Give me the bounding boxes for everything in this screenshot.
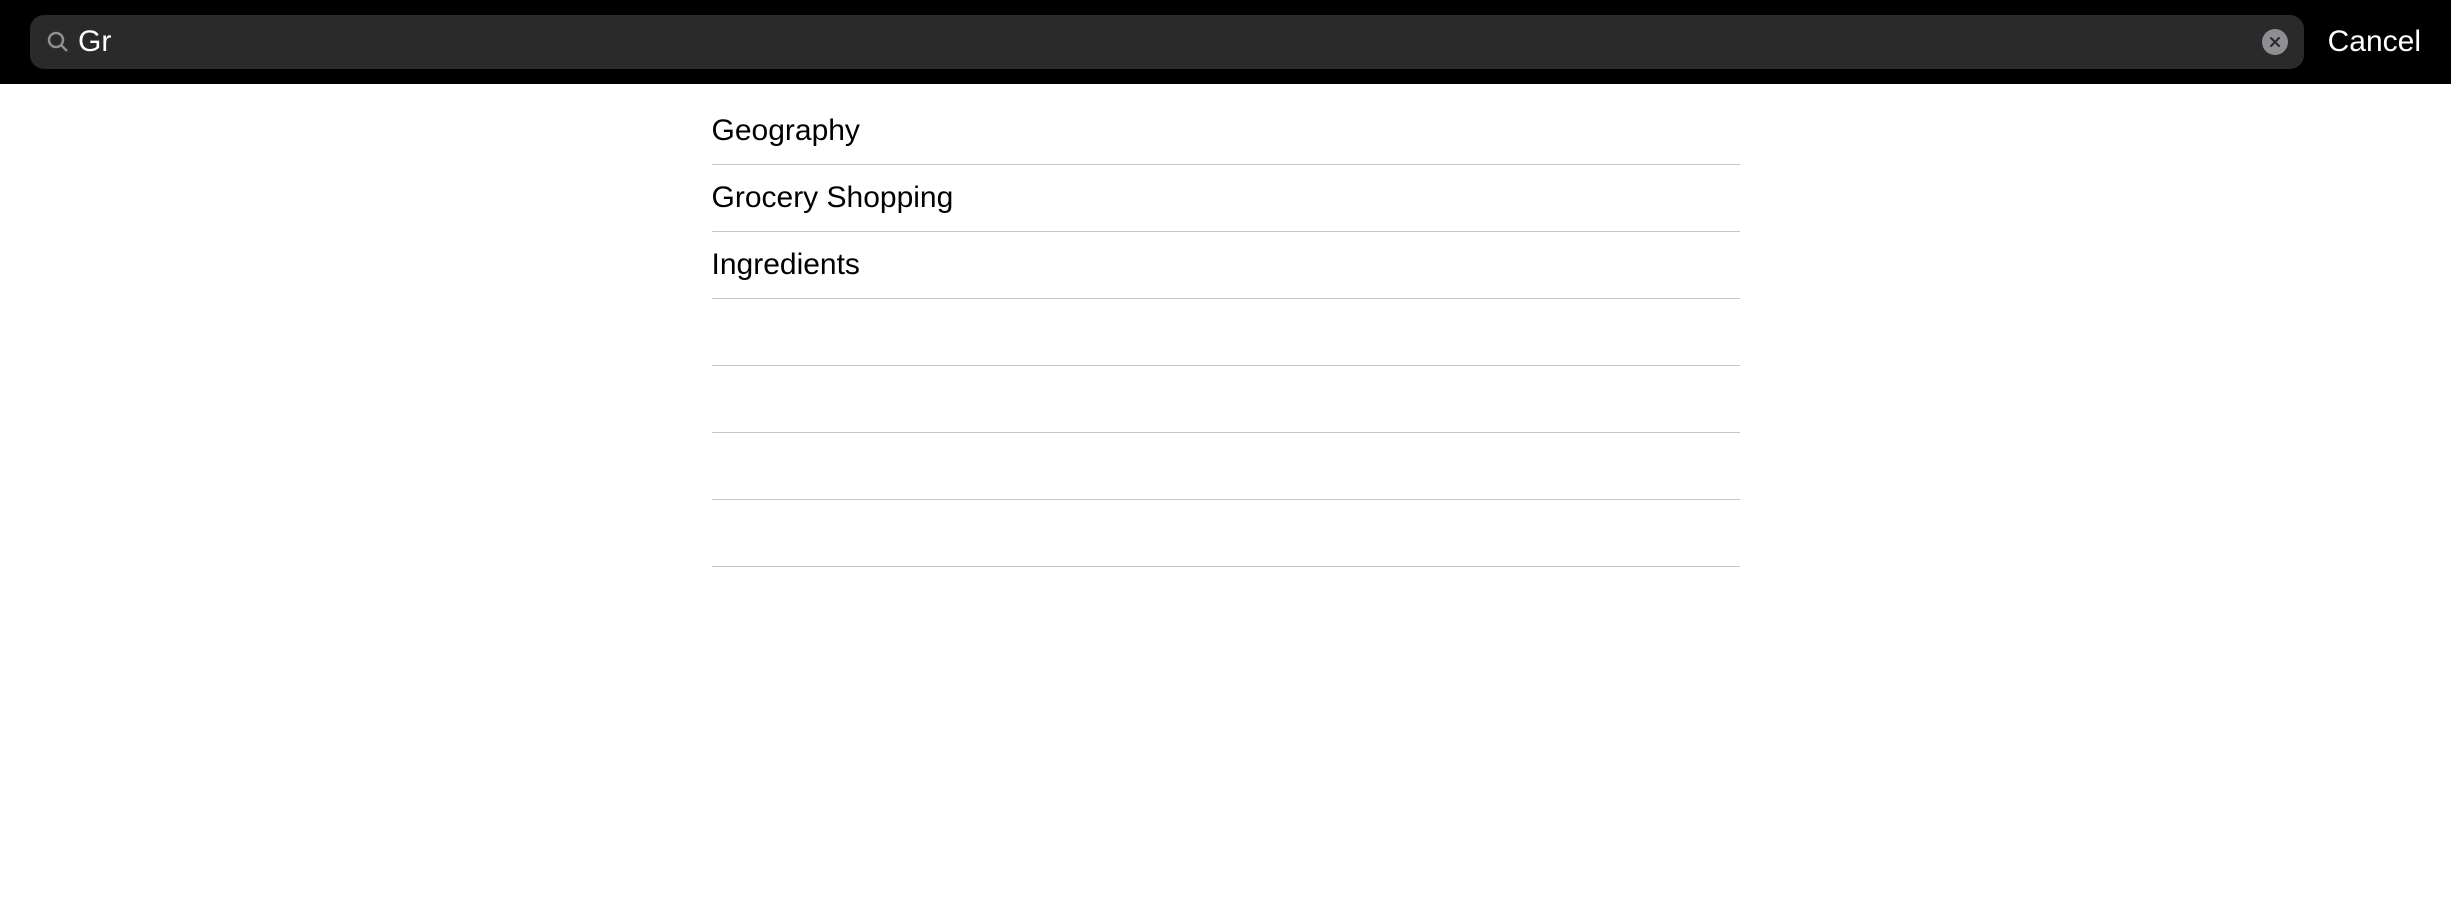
search-icon xyxy=(46,30,70,54)
clear-search-button[interactable] xyxy=(2262,29,2288,55)
search-input[interactable] xyxy=(78,25,2254,59)
close-icon xyxy=(2269,36,2281,48)
search-field[interactable] xyxy=(30,15,2304,69)
result-label: Ingredients xyxy=(712,248,860,282)
result-label: Geography xyxy=(712,114,860,148)
cancel-button[interactable]: Cancel xyxy=(2328,25,2421,59)
search-bar: Cancel xyxy=(0,0,2451,84)
result-row[interactable]: Ingredients xyxy=(712,232,1740,299)
result-row[interactable]: Grocery Shopping xyxy=(712,165,1740,232)
result-label: Grocery Shopping xyxy=(712,181,954,215)
empty-row xyxy=(712,500,1740,567)
results-list: Geography Grocery Shopping Ingredients xyxy=(712,98,1740,567)
empty-row xyxy=(712,299,1740,366)
empty-row xyxy=(712,433,1740,500)
result-row[interactable]: Geography xyxy=(712,98,1740,165)
search-results: Geography Grocery Shopping Ingredients xyxy=(0,84,2451,567)
empty-row xyxy=(712,366,1740,433)
